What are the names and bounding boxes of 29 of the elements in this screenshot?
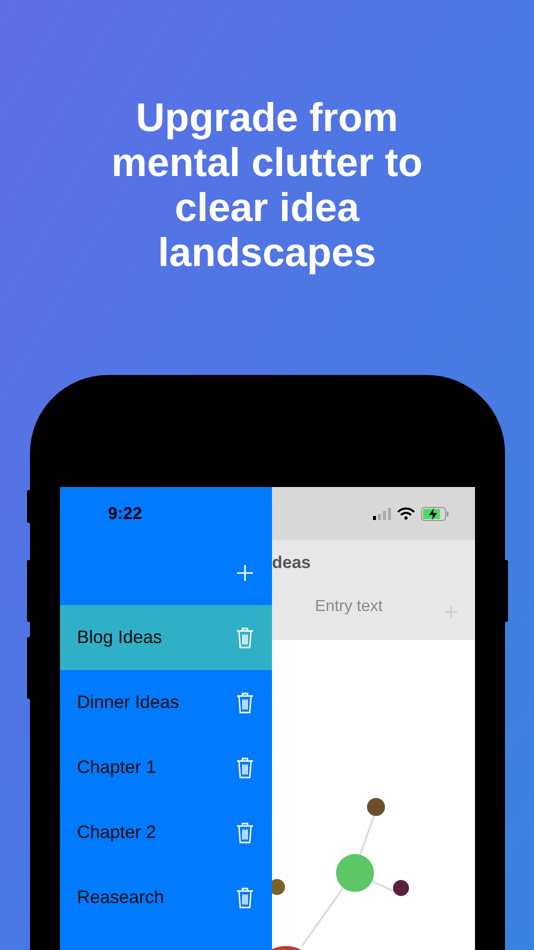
trash-icon[interactable]: [236, 692, 254, 714]
item-label: Reasearch: [77, 887, 164, 908]
drawer-item[interactable]: Chapter 2: [60, 800, 272, 865]
graph-edge: [372, 880, 394, 892]
drawer-item[interactable]: Chapter 1: [60, 735, 272, 800]
graph-node[interactable]: [336, 854, 374, 892]
item-label: Blog Ideas: [77, 627, 162, 648]
page-title: deas: [272, 553, 311, 573]
headline: Upgrade from mental clutter to clear idea landscapes: [110, 96, 424, 277]
drawer-item[interactable]: Blog Ideas: [60, 605, 272, 670]
graph-node[interactable]: [393, 880, 409, 896]
graph-node[interactable]: [272, 879, 285, 895]
item-label: Chapter 1: [77, 757, 156, 778]
graph-node[interactable]: [367, 798, 385, 816]
status-time: 9:22: [108, 504, 142, 524]
entry-field[interactable]: Entry text: [315, 598, 425, 616]
battery-icon: [421, 506, 449, 520]
wifi-icon: [397, 507, 415, 520]
drawer-item[interactable]: Reasearch: [60, 865, 272, 930]
signal-icon: [373, 508, 391, 520]
trash-icon[interactable]: [236, 756, 254, 778]
trash-icon[interactable]: [236, 626, 254, 648]
item-label: Chapter 2: [77, 822, 156, 843]
trash-icon[interactable]: [236, 886, 254, 908]
graph-edge: [359, 816, 375, 856]
trash-icon[interactable]: [236, 822, 254, 844]
drawer-item[interactable]: Dinner Ideas: [60, 670, 272, 735]
graph-edge: [301, 887, 344, 947]
item-label: Dinner Ideas: [77, 692, 180, 713]
